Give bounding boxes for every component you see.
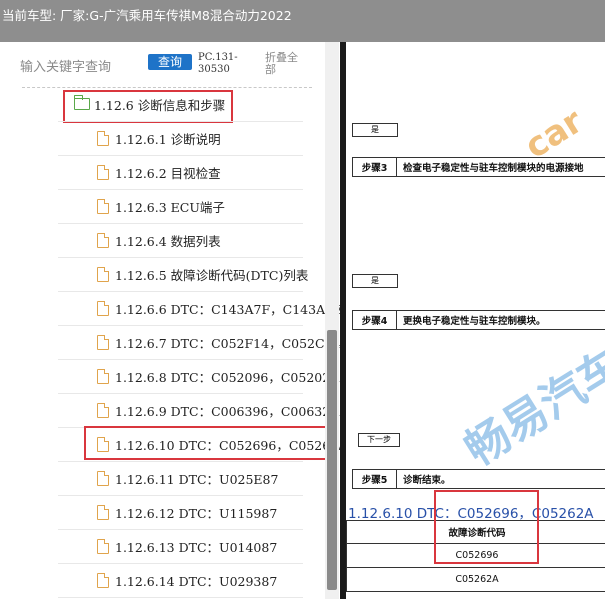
scrollbar-thumb[interactable] [327,330,337,590]
step-5-label: 步骤5 [353,470,397,488]
highlight-box-dtc [434,490,539,564]
tree-item-label: 1.12.6.4 数据列表 [115,233,221,249]
flow-arrow-yes-1: 是 [352,123,398,137]
row-separator [58,597,303,598]
tree-item-label: 1.12.6.11 DTC：U025E87 [115,471,279,487]
document-icon [97,198,109,214]
step-4-label: 步骤4 [353,311,397,329]
tree-item[interactable]: 1.12.6.14 DTC：U029387 [97,563,277,597]
document-icon [97,504,109,520]
tree-item[interactable]: 1.12.6.7 DTC：C052F14，C052C14 [97,325,340,359]
document-icon [97,572,109,588]
tree-item-label: 1.12.6.8 DTC：C052096，C05202A [115,369,340,385]
document-icon [97,130,109,146]
step-5-text: 诊断结束。 [403,475,451,486]
header-bar: 当前车型: 厂家:G-广汽乘用车传祺M8混合动力2022 [0,0,605,42]
document-icon [97,164,109,180]
search-input[interactable]: 输入关键字查询 [20,56,111,75]
tree-item-label: 1.12.6.12 DTC：U115987 [115,505,278,521]
document-icon [97,470,109,486]
tree-item[interactable]: 1.12.6.5 故障诊断代码(DTC)列表 [97,257,308,291]
step-4-row: 步骤4 更换电子稳定性与驻车控制模块。 [352,310,605,330]
current-model-title: 当前车型: 厂家:G-广汽乘用车传祺M8混合动力2022 [2,8,292,23]
toc-panel: 输入关键字查询 查询 PC.131-30530 折叠全部 1.12.6 诊断信息… [0,42,340,599]
document-icon [97,266,109,282]
document-viewer: car 是 步骤3 检查电子稳定性与驻车控制模块的电源接地 是 步骤4 更换电子… [346,42,605,599]
step-3-row: 步骤3 检查电子稳定性与驻车控制模块的电源接地 [352,157,605,177]
tree-item-label: 1.12.6.14 DTC：U029387 [115,573,278,589]
document-icon [97,538,109,554]
flow-arrow-yes-2: 是 [352,274,398,288]
tree-item-label: 1.12.6.6 DTC：C143A7F，C143A7E [115,301,340,317]
document-code: PC.131-30530 [198,52,238,75]
step-3-label: 步骤3 [353,158,397,176]
highlight-box-selected [84,426,327,460]
document-icon [97,334,109,350]
tree-item[interactable]: 1.12.6.12 DTC：U115987 [97,495,277,529]
flow-arrow-next: 下一步 [358,433,400,447]
step-5-row: 步骤5 诊断结束。 [352,469,605,489]
step-3-text: 检查电子稳定性与驻车控制模块的电源接地 [403,163,584,174]
query-button[interactable]: 查询 [148,54,192,70]
tree-item[interactable]: 1.12.6.3 ECU端子 [97,189,225,223]
document-icon [97,402,109,418]
tree-item-label: 1.12.6.5 故障诊断代码(DTC)列表 [115,267,309,283]
tree-item-label: 1.12.6.2 目视检查 [115,165,221,181]
highlight-box-folder [63,90,233,123]
document-icon [97,368,109,384]
tree-item[interactable]: 1.12.6.1 诊断说明 [97,121,221,155]
tree-item[interactable]: 1.12.6.9 DTC：C006396，C00632A [97,393,339,427]
dtc-code-row: C05262A [346,568,605,592]
tree-item-label: 1.12.6.3 ECU端子 [115,199,225,215]
document-icon [97,300,109,316]
tree-item[interactable]: 1.12.6.6 DTC：C143A7F，C143A7E [97,291,340,325]
watermark-main: 畅易汽车 [456,339,605,477]
tree-item[interactable]: 1.12.6.11 DTC：U025E87 [97,461,278,495]
document-icon [97,232,109,248]
tree-item-label: 1.12.6.1 诊断说明 [115,131,221,147]
tree-item[interactable]: 1.12.6.2 目视检查 [97,155,221,189]
tree-item-label: 1.12.6.9 DTC：C006396，C00632A [115,403,340,419]
tree-item-label: 1.12.6.13 DTC：U014087 [115,539,278,555]
tree-item[interactable]: 1.12.6.13 DTC：U014087 [97,529,277,563]
step-4-text: 更换电子稳定性与驻车控制模块。 [403,316,546,327]
tree-item[interactable]: 1.12.6.8 DTC：C052096，C05202A [97,359,339,393]
tree-item-label: 1.12.6.7 DTC：C052F14，C052C14 [115,335,340,351]
tree-item[interactable]: 1.12.6.4 数据列表 [97,223,221,257]
collapse-all-button[interactable]: 折叠全部 [265,52,305,76]
